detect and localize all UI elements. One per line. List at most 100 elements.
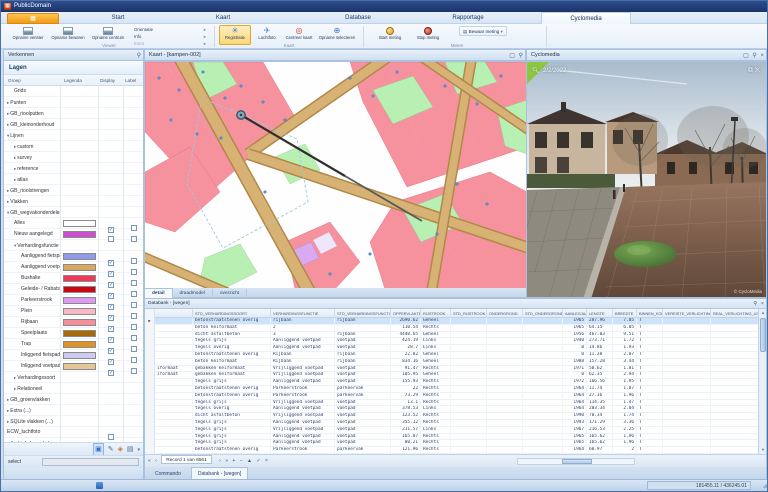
opname-selecteren-button[interactable]: ⊕ Opname selecteren bbox=[317, 25, 357, 45]
column-header[interactable]: ONDERGROND bbox=[487, 309, 523, 318]
opname-centrum-button[interactable]: Opname centrum bbox=[89, 25, 127, 45]
column-header[interactable]: RIJSTROOK bbox=[421, 309, 451, 318]
layer-row[interactable]: Geleide- / Rabatstrook✓ bbox=[4, 284, 143, 295]
layer-row[interactable]: Speelplaats✓ bbox=[4, 328, 143, 339]
column-header[interactable]: STD_VERHARDINGSFUNCTIE bbox=[335, 309, 391, 318]
table-row[interactable]: dicht asfaltbetonVrijliggend voetpadvoet… bbox=[145, 413, 758, 420]
row-selector[interactable] bbox=[145, 345, 155, 352]
row-selector[interactable] bbox=[145, 413, 155, 420]
table-row[interactable]: beton keiformaat2110.54Rechts196564.156.… bbox=[145, 325, 758, 332]
tab-cyclomedia[interactable]: Cyclomedia bbox=[541, 12, 631, 24]
centreer-kaart-button[interactable]: ◎ Centreer kaart bbox=[283, 25, 315, 45]
expand-icon[interactable]: ▸ bbox=[7, 188, 9, 193]
table-row[interactable]: tegels grijsAanliggend voetpadvoetpad424… bbox=[145, 338, 758, 345]
layer-row[interactable]: ▸GB_kleinonderhoud bbox=[4, 119, 143, 130]
layer-row[interactable]: ▸SQLite vlakken (...) bbox=[4, 416, 143, 427]
close-icon[interactable]: × bbox=[761, 301, 764, 307]
table-row[interactable]: dicht asfaltbeton3rijbaan4440.65Geheel19… bbox=[145, 332, 758, 339]
scroll-down-icon[interactable]: ▼ bbox=[759, 446, 767, 454]
layer-row[interactable]: Grids bbox=[4, 86, 143, 97]
row-selector[interactable] bbox=[145, 406, 155, 413]
pin-icon[interactable]: ⚲ bbox=[753, 301, 757, 307]
layer-row[interactable]: Aanliggend fietspad✓ bbox=[4, 251, 143, 262]
column-header[interactable] bbox=[155, 309, 193, 318]
table-row[interactable]: tegels grijsAanliggend voetpadvoetpad355… bbox=[145, 420, 758, 427]
expand-icon[interactable]: ▸ bbox=[7, 122, 9, 127]
layer-row[interactable]: Plein✓ bbox=[4, 306, 143, 317]
expand-icon[interactable]: ▸ bbox=[14, 166, 16, 171]
expand-icon[interactable]: ▸ bbox=[7, 111, 9, 116]
table-row[interactable]: tegels grijsAanliggend voetpadvoetpad80.… bbox=[145, 440, 758, 447]
layer-row[interactable]: ▸GB_rioolputten bbox=[4, 108, 143, 119]
layer-row[interactable]: Inliggend voetpad✓ bbox=[4, 361, 143, 372]
table-row[interactable]: tegels overigAanliggend voetpadvoetpad28… bbox=[145, 345, 758, 352]
column-header[interactable]: BINNEN_KOM bbox=[637, 309, 663, 318]
layer-row[interactable]: ▸Relationeel bbox=[4, 383, 143, 394]
next-record-button[interactable]: › bbox=[219, 455, 221, 467]
registratie-button[interactable]: ✳ Registratie bbox=[219, 25, 251, 45]
column-header[interactable]: OPPERVLAKTE bbox=[391, 309, 421, 318]
table-row[interactable]: tegels grijsVrijliggend voetpadvoetpad13… bbox=[145, 400, 758, 407]
layer-row[interactable]: ▸Punten bbox=[4, 97, 143, 108]
collapse-icon[interactable]: ▾ bbox=[14, 243, 16, 248]
row-selector[interactable] bbox=[145, 400, 155, 407]
table-row[interactable]: ▸betonstraatstenen overigrijbaanrijbaan2… bbox=[145, 318, 758, 325]
layer-row[interactable]: Bushalte✓ bbox=[4, 273, 143, 284]
layer-row[interactable]: ▸reference bbox=[4, 163, 143, 174]
row-selector[interactable] bbox=[145, 338, 155, 345]
row-selector[interactable] bbox=[145, 420, 155, 427]
collapse-icon[interactable]: ▾ bbox=[7, 210, 9, 215]
col-groep[interactable]: Groep bbox=[8, 75, 21, 86]
tab-kaart[interactable]: Kaart bbox=[178, 12, 268, 24]
layer-row[interactable]: ▸GB_rioolstrengen bbox=[4, 185, 143, 196]
column-header[interactable]: REAL_VERLICHTING_UIT bbox=[711, 309, 761, 318]
expand-icon[interactable]: ▸ bbox=[7, 199, 9, 204]
expand-icon[interactable]: ▸ bbox=[7, 397, 9, 402]
pin-icon[interactable]: ⚲ bbox=[752, 53, 756, 59]
table-row[interactable]: tegels grijsAanliggend voetpadvoetpad165… bbox=[145, 434, 758, 441]
horizontal-scrollbar[interactable] bbox=[517, 458, 635, 465]
street-view-panorama[interactable]: 🔍︎ 2/2/2022 ⧉ ✕ © CycloMedia bbox=[526, 61, 767, 298]
tab-database[interactable]: Database bbox=[313, 12, 403, 24]
col-label[interactable]: Label bbox=[125, 75, 136, 86]
column-header[interactable]: STD_ONDERGROND bbox=[523, 309, 563, 318]
collapse-icon[interactable]: ▾ bbox=[7, 133, 9, 138]
row-selector[interactable] bbox=[145, 393, 155, 400]
expand-icon[interactable]: ▸ bbox=[7, 419, 9, 424]
vertical-scrollbar[interactable]: ▲ ▼ bbox=[758, 309, 766, 454]
layer-row[interactable]: Nieuw aangelegd bbox=[4, 229, 143, 240]
layer-row[interactable]: ▸Vlakken bbox=[4, 196, 143, 207]
row-selector[interactable] bbox=[145, 366, 155, 373]
stop-meting-button[interactable]: Stop meting bbox=[411, 25, 445, 45]
layer-row[interactable]: ▾Lijnen bbox=[4, 130, 143, 141]
layer-row[interactable]: ▾Verhardingsfunctie bbox=[4, 240, 143, 251]
expand-icon[interactable]: ▸ bbox=[14, 144, 16, 149]
expand-icon[interactable]: ▸ bbox=[14, 375, 16, 380]
scroll-up-icon[interactable]: ▲ bbox=[759, 309, 767, 317]
table-row[interactable]: iformaatgebakken keiformaatVrijliggend v… bbox=[145, 366, 758, 373]
column-header[interactable]: VEREISTE_VERLICHTING bbox=[663, 309, 711, 318]
table-row[interactable]: tegels grijsAanliggend voetpadvoetpad155… bbox=[145, 379, 758, 386]
table-row[interactable]: betonstraatstenen overigRijbaanrijbaan22… bbox=[145, 352, 758, 359]
column-header[interactable]: AANLEGJAAR bbox=[563, 309, 587, 318]
close-icon[interactable]: × bbox=[760, 53, 764, 59]
table-row[interactable]: tegels grijsVrijliggend voetpadvoetpad21… bbox=[145, 427, 758, 434]
expand-icon[interactable]: ▸ bbox=[14, 155, 16, 160]
commit-record-button[interactable]: ✓ bbox=[256, 455, 260, 467]
layer-row[interactable]: Trap✓ bbox=[4, 339, 143, 350]
command-input[interactable] bbox=[42, 458, 139, 466]
column-header[interactable]: STD_VERHARDINGSSOORT bbox=[193, 309, 271, 318]
resize-grip[interactable]: ◢ bbox=[763, 482, 768, 490]
table-row[interactable]: betonstraatstenen overigParkeerstrookpar… bbox=[145, 393, 758, 400]
pin-icon[interactable]: ⚲ bbox=[519, 53, 523, 59]
row-selector[interactable] bbox=[145, 434, 155, 441]
row-selector[interactable] bbox=[145, 352, 155, 359]
magnifier-icon[interactable]: 🔍︎ bbox=[532, 67, 540, 74]
row-selector[interactable] bbox=[145, 379, 155, 386]
opname-venster-button[interactable]: Opname venster bbox=[9, 25, 47, 45]
first-record-button[interactable]: « bbox=[148, 455, 151, 467]
layer-row[interactable]: ▸Extra (...) bbox=[4, 405, 143, 416]
file-tab[interactable]: ▦ bbox=[7, 13, 59, 24]
tab-detail[interactable]: detail bbox=[144, 288, 173, 298]
expand-icon[interactable]: ▸ bbox=[7, 408, 9, 413]
